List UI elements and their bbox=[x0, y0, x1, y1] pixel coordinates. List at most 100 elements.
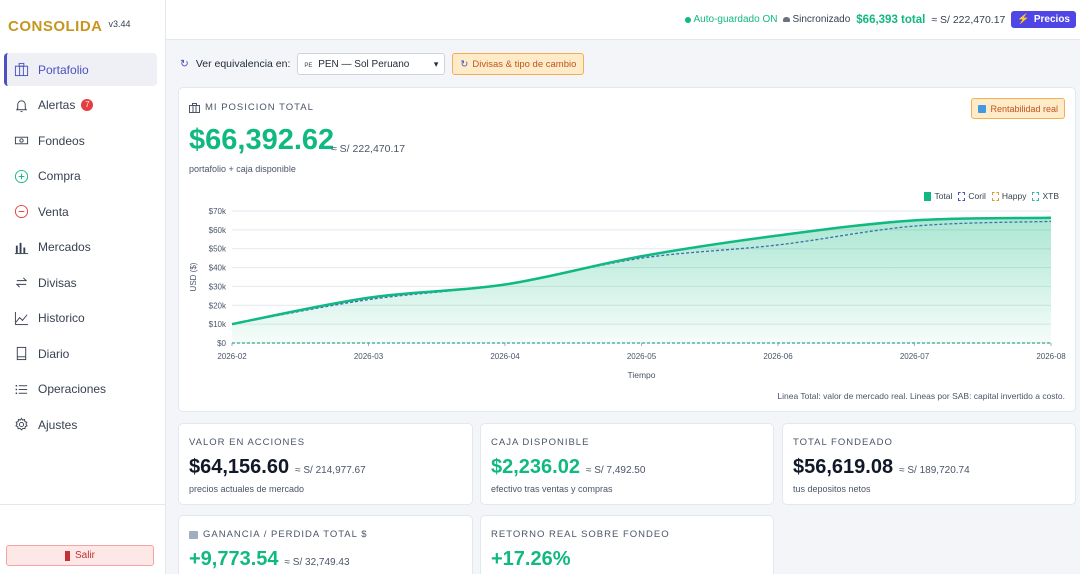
stat-title: GANANCIA / PERDIDA TOTAL $ bbox=[203, 529, 368, 540]
position-value: $66,392.62 bbox=[189, 124, 335, 156]
fx-button[interactable]: ↻ Divisas & tipo de cambio bbox=[452, 53, 585, 75]
book-icon bbox=[13, 346, 29, 362]
prices-button[interactable]: ⚡ Precios bbox=[1011, 11, 1076, 28]
stat-title-row: TOTAL FONDEADO bbox=[793, 437, 893, 448]
currency-flag: PE bbox=[304, 62, 313, 69]
sidebar-item-divisas[interactable]: Divisas bbox=[4, 266, 157, 299]
sidebar-item-label: Compra bbox=[38, 169, 81, 183]
chart-note: Linea Total: valor de mercado real. Line… bbox=[777, 391, 1065, 401]
sidebar-item-label: Divisas bbox=[38, 275, 77, 290]
exchange-icon: ↻ bbox=[460, 58, 469, 70]
stat-title-row: RETORNO REAL SOBRE FONDEO bbox=[491, 529, 670, 540]
stat-title: CAJA DISPONIBLE bbox=[491, 437, 590, 448]
y-axis-label: USD ($) bbox=[189, 262, 198, 291]
y-tick-label: $30k bbox=[209, 282, 227, 291]
line-chart-icon bbox=[13, 310, 29, 326]
stat-value: $64,156.60 ≈ S/ 214,977.67 bbox=[189, 456, 366, 479]
stat-subtitle: tus depositos netos bbox=[793, 484, 871, 494]
sidebar-item-label: Alertas bbox=[38, 98, 76, 112]
status-dot-icon bbox=[684, 16, 691, 23]
currency-select[interactable]: PE PEN — Sol Peruano ▾ bbox=[297, 53, 446, 75]
x-tick-label: 2026-05 bbox=[627, 352, 657, 361]
series-area-total bbox=[232, 217, 1051, 343]
position-title-row: MI POSICION TOTAL bbox=[189, 102, 314, 113]
stat-value: $2,236.02 ≈ S/ 7,492.50 bbox=[491, 456, 645, 479]
y-tick-label: $10k bbox=[209, 320, 227, 329]
logout-label: Salir bbox=[74, 550, 95, 561]
stat-card: RETORNO REAL SOBRE FONDEO +17.26% bbox=[480, 515, 774, 574]
cash-icon bbox=[13, 133, 29, 149]
sidebar-item-venta[interactable]: Venta bbox=[4, 195, 157, 228]
sidebar-item-label: Portafolio bbox=[38, 62, 89, 77]
currency-toolbar: ↻ Ver equivalencia en: PE PEN — Sol Peru… bbox=[180, 53, 585, 75]
alert-count-badge: 7 bbox=[81, 99, 94, 111]
autosave-label: Auto-guardado ON bbox=[693, 14, 778, 25]
sidebar-item-label: Fondeos bbox=[38, 133, 85, 148]
currency-select-value: PE PEN — Sol Peruano bbox=[304, 59, 409, 70]
rentabilidad-label: Rentabilidad real bbox=[990, 103, 1058, 114]
y-tick-label: $20k bbox=[209, 301, 227, 310]
stat-subtitle: precios actuales de mercado bbox=[189, 484, 305, 494]
x-tick-label: 2026-08 bbox=[1036, 352, 1066, 361]
x-tick-label: 2026-07 bbox=[900, 352, 930, 361]
minus-circle-icon bbox=[13, 204, 29, 220]
stat-value-amount: +9,773.54 bbox=[189, 548, 279, 570]
x-tick-label: 2026-02 bbox=[217, 352, 247, 361]
bar-chart-icon bbox=[13, 239, 29, 255]
y-tick-label: $60k bbox=[209, 226, 227, 235]
currency-value: PEN — Sol Peruano bbox=[318, 58, 410, 70]
stat-value: +17.26% bbox=[491, 548, 571, 571]
sidebar-item-portafolio[interactable]: Portafolio bbox=[4, 53, 157, 86]
briefcase-icon bbox=[189, 102, 200, 113]
sidebar-item-fondeos[interactable]: Fondeos bbox=[4, 124, 157, 157]
sidebar-item-operaciones[interactable]: Operaciones bbox=[4, 373, 157, 406]
position-card: MI POSICION TOTAL Rentabilidad real $66,… bbox=[178, 87, 1076, 412]
stat-title: TOTAL FONDEADO bbox=[793, 437, 893, 448]
exchange-icon bbox=[13, 275, 29, 291]
stat-card: VALOR EN ACCIONES $64,156.60 ≈ S/ 214,977.… bbox=[178, 423, 473, 505]
sidebar-item-diario[interactable]: Diario bbox=[4, 337, 157, 370]
stat-subtitle: efectivo tras ventas y compras bbox=[491, 484, 613, 494]
sidebar-item-label: Venta bbox=[38, 204, 69, 219]
sync-label: Sincronizado bbox=[792, 14, 851, 25]
sync-status: Sincronizado bbox=[783, 14, 850, 25]
fx-button-label: Divisas & tipo de cambio bbox=[472, 58, 577, 70]
sidebar-item-compra[interactable]: Compra bbox=[4, 160, 157, 193]
brand-version: v3.44 bbox=[108, 19, 131, 29]
sidebar: CONSOLIDA v3.44 Portafolio Alertas 7 Fondeo… bbox=[0, 0, 166, 574]
x-tick-label: 2026-04 bbox=[490, 352, 520, 361]
stat-value: +9,773.54 ≈ S/ 32,749.43 bbox=[189, 548, 350, 571]
y-tick-label: $40k bbox=[209, 264, 227, 273]
position-value-pen: ≈ S/ 222,470.17 bbox=[331, 143, 406, 155]
stat-value-pen: ≈ S/ 7,492.50 bbox=[585, 465, 646, 476]
logout-button[interactable]: Salir bbox=[6, 545, 154, 566]
y-tick-label: $50k bbox=[209, 245, 227, 254]
y-tick-label: $0 bbox=[217, 339, 226, 348]
bolt-icon: ⚡ bbox=[1017, 14, 1030, 25]
brand[interactable]: CONSOLIDA v3.44 bbox=[8, 18, 131, 35]
topbar: Auto-guardado ON Sincronizado $66,393 to… bbox=[166, 0, 1080, 40]
bell-icon bbox=[13, 97, 29, 113]
stat-value-amount: $64,156.60 bbox=[189, 456, 290, 478]
chart-square-icon bbox=[978, 104, 987, 113]
sidebar-divider bbox=[0, 504, 166, 505]
rentabilidad-button[interactable]: Rentabilidad real bbox=[971, 98, 1065, 119]
stat-title: VALOR EN ACCIONES bbox=[189, 437, 306, 448]
topbar-status: Auto-guardado ON Sincronizado $66,393 to… bbox=[684, 11, 1076, 28]
sidebar-item-alertas[interactable]: Alertas 7 bbox=[4, 89, 157, 122]
sidebar-item-historico[interactable]: Historico bbox=[4, 302, 157, 335]
x-tick-label: 2026-03 bbox=[354, 352, 384, 361]
x-axis-label: Tiempo bbox=[627, 370, 655, 380]
stat-value-pen: ≈ S/ 32,749.43 bbox=[284, 557, 350, 568]
stat-value-pen: ≈ S/ 189,720.74 bbox=[899, 465, 970, 476]
sidebar-item-ajustes[interactable]: Ajustes bbox=[4, 408, 157, 441]
stat-title: RETORNO REAL SOBRE FONDEO bbox=[491, 529, 670, 540]
stat-card: TOTAL FONDEADO $56,619.08 ≈ S/ 189,720.74 t… bbox=[782, 423, 1076, 505]
portfolio-icon bbox=[13, 62, 29, 78]
sidebar-item-mercados[interactable]: Mercados bbox=[4, 231, 157, 264]
autosave-status: Auto-guardado ON bbox=[684, 14, 778, 25]
stat-title-row: GANANCIA / PERDIDA TOTAL $ bbox=[189, 529, 368, 540]
position-title: MI POSICION TOTAL bbox=[205, 102, 314, 113]
stat-card: GANANCIA / PERDIDA TOTAL $ +9,773.54 ≈ S/ … bbox=[178, 515, 473, 574]
stat-value-amount: $2,236.02 bbox=[491, 456, 580, 478]
